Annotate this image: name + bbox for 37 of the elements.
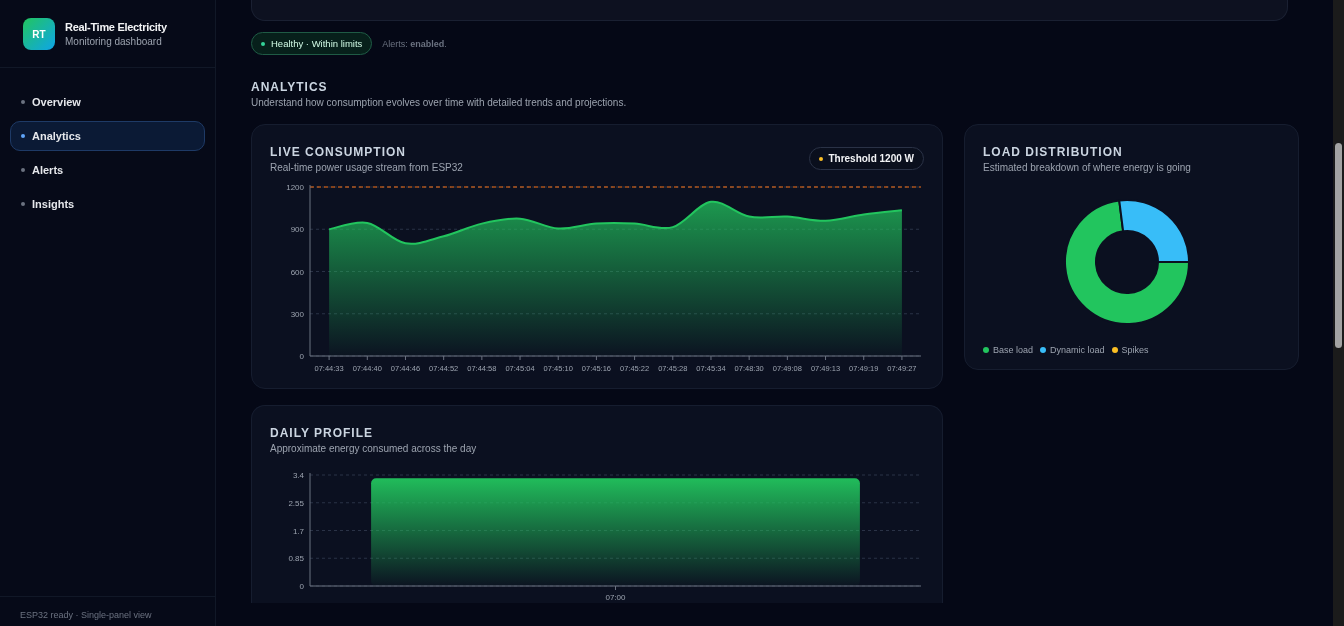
scrollbar[interactable] [1333,0,1344,626]
axis-label: 07:00 [605,593,626,602]
axis-label: 0 [299,352,304,361]
legend-label: Spikes [1121,345,1149,355]
alerts-status: Alerts: enabled. [382,38,447,49]
card-title: LIVE CONSUMPTION [270,145,407,159]
sidebar-item[interactable]: Overview [10,87,205,117]
legend-dot [1040,347,1047,353]
legend-label: Base load [993,345,1034,355]
axis-label: 300 [290,309,304,319]
status-footer: ESP32 ready · Single-panel view [0,596,215,626]
axis-label: 1.7 [292,526,304,536]
card-title: LOAD DISTRIBUTION [983,145,1124,159]
card-subtitle: Real-time power usage stream from ESP32 [270,162,463,173]
health-status-pill: Healthy · Within limits [251,32,373,55]
card-title: DAILY PROFILE [270,426,375,440]
section-subtitle: Understand how consumption evolves over time with detailed trends and projections. [251,97,628,108]
axis-label: 600 [290,267,304,277]
app-title: Real-Time Electricity [65,21,167,33]
axis-label: 900 [290,225,304,235]
axis-label: 0.85 [288,554,304,564]
sidebar-item[interactable]: Analytics [10,121,205,151]
axis-label: 3.4 [292,471,304,480]
legend-label: Dynamic load [1050,345,1105,355]
legend-dot [1111,347,1118,353]
app-logo: RT [23,18,55,50]
axis-label: 0 [299,582,304,591]
app-subtitle: Monitoring dashboard [65,36,163,47]
threshold-badge: Threshold 1200 W [809,147,924,170]
section-title: ANALYTICS [251,80,329,94]
sidebar-item[interactable]: Alerts [10,155,205,185]
axis-label: 2.55 [288,498,304,508]
sidebar-item[interactable]: Insights [10,189,205,219]
card-subtitle: Estimated breakdown of where energy is going [983,162,1192,173]
card-subtitle: Approximate energy consumed across the day [270,443,478,454]
axis-label: 1200 [286,183,304,192]
legend-dot [983,347,989,353]
